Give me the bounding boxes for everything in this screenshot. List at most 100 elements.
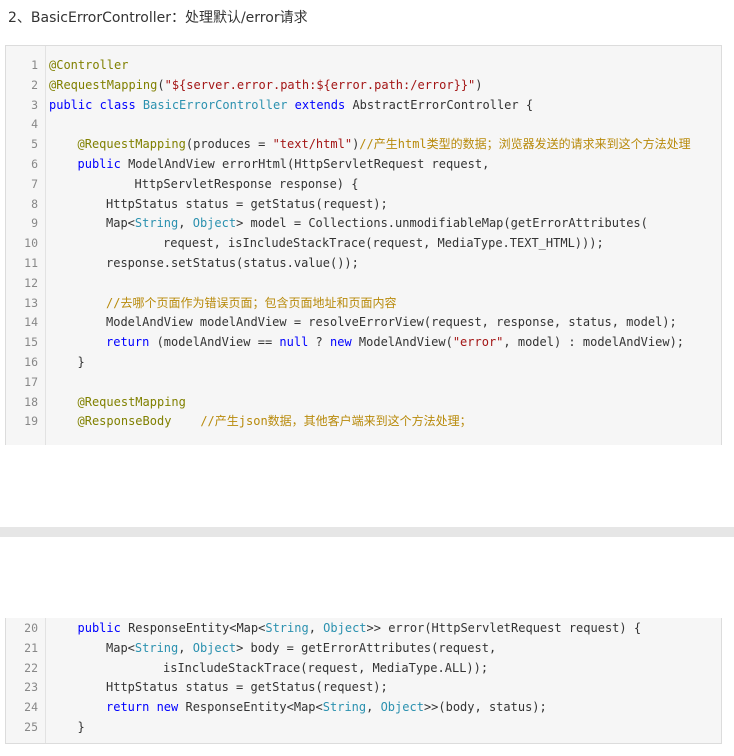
code-token: //产生html类型的数据；浏览器发送的请求来到这个方法处理 bbox=[359, 137, 691, 152]
code-text: @ResponseBody //产生json数据，其他客户端来到这个方法处理； bbox=[78, 411, 472, 431]
code-token: String bbox=[134, 640, 179, 655]
code-token: String bbox=[322, 700, 367, 715]
code-line: 25} bbox=[6, 717, 721, 737]
line-number: 20 bbox=[24, 621, 38, 635]
code-line: 23 HttpStatus status = getStatus(request)… bbox=[6, 677, 721, 697]
code-text: public ModelAndView errorHtml(HttpServle… bbox=[78, 154, 490, 174]
code-text: ModelAndView modelAndView = resolveError… bbox=[106, 312, 677, 332]
code-token: ( bbox=[157, 77, 165, 92]
code-token: response.setStatus(status.value()); bbox=[106, 256, 359, 270]
code-line: 20 public ResponseEntity<Map<String, Obje… bbox=[6, 618, 721, 638]
code-text: @RequestMapping bbox=[78, 392, 186, 412]
code-token: ModelAndView errorHtml(HttpServletReques… bbox=[128, 157, 490, 171]
code-token: new bbox=[330, 335, 359, 350]
code-token: (produces = bbox=[185, 137, 273, 152]
code-text: request, isIncludeStackTrace(request, Me… bbox=[163, 233, 604, 253]
code-line: 12 bbox=[6, 273, 721, 293]
code-token: //产生json数据，其他客户端来到这个方法处理； bbox=[200, 414, 472, 429]
code-token: >> error(HttpServletRequest request) { bbox=[366, 621, 642, 635]
code-token: Object bbox=[380, 700, 424, 715]
code-token: , bbox=[178, 640, 193, 655]
code-token: , bbox=[178, 216, 193, 231]
code-token: > model = Collections.unmodifiableMap(ge… bbox=[236, 216, 648, 231]
code-line: 14 ModelAndView modelAndView = resolveErr… bbox=[6, 312, 721, 332]
code-text: @RequestMapping(produces = "text/html")/… bbox=[78, 134, 691, 154]
code-line: 2 @RequestMapping("${server.error.path:${… bbox=[6, 75, 721, 95]
code-token: @RequestMapping bbox=[77, 137, 186, 152]
code-token: @ResponseBody bbox=[77, 414, 172, 429]
code-text: HttpServletResponse response) { bbox=[135, 174, 359, 194]
code-text: public ResponseEntity<Map<String, Object… bbox=[78, 618, 642, 638]
line-number: 18 bbox=[24, 394, 38, 409]
code-token: } bbox=[77, 720, 85, 734]
code-token: } bbox=[77, 355, 85, 369]
code-token: public class bbox=[49, 97, 143, 112]
code-line: 6 public ModelAndView errorHtml(HttpServl… bbox=[6, 154, 721, 174]
code-token: null bbox=[279, 335, 309, 350]
code-text: } bbox=[78, 352, 85, 372]
code-token: ResponseEntity<Map< bbox=[128, 621, 266, 635]
code-token: public bbox=[77, 621, 129, 635]
code-line: 13 //去哪个页面作为错误页面；包含页面地址和页面内容 bbox=[6, 293, 721, 313]
code-line: 11 response.setStatus(status.value()); bbox=[6, 253, 721, 273]
code-line: 15 return (modelAndView == null ? new Mod… bbox=[6, 332, 721, 352]
code-token: Object bbox=[323, 621, 367, 635]
code-line: 24 return new ResponseEntity<Map<String, … bbox=[6, 697, 721, 717]
code-text: HttpStatus status = getStatus(request); bbox=[106, 677, 388, 697]
code-line: 21 Map<String, Object> body = getErrorAtt… bbox=[6, 638, 721, 658]
code-line: 16} bbox=[6, 352, 721, 372]
line-number: 6 bbox=[31, 157, 38, 171]
line-number: 1 bbox=[31, 58, 38, 72]
code-token: public bbox=[77, 157, 129, 171]
code-token: , model) : modelAndView); bbox=[503, 335, 685, 350]
code-token: HttpServletResponse response) { bbox=[134, 176, 359, 191]
code-block-top: 1 @Controller 2 @RequestMapping("${server.e… bbox=[5, 45, 722, 445]
code-text: Map<String, Object> model = Collections.… bbox=[106, 213, 648, 233]
code-text: @RequestMapping("${server.error.path:${e… bbox=[49, 75, 483, 95]
line-number: 16 bbox=[24, 355, 38, 369]
line-number: 19 bbox=[24, 414, 38, 429]
code-token: Map< bbox=[106, 640, 135, 655]
code-token: Object bbox=[192, 216, 237, 231]
line-number: 14 bbox=[24, 315, 38, 330]
code-text: return new ResponseEntity<Map<String, Ob… bbox=[106, 697, 547, 717]
line-number: 9 bbox=[31, 216, 38, 231]
line-number: 11 bbox=[24, 256, 38, 270]
line-number: 17 bbox=[24, 374, 38, 389]
line-number: 5 bbox=[31, 137, 38, 152]
code-line: 4 bbox=[6, 114, 721, 134]
code-token: //去哪个页面作为错误页面；包含页面地址和页面内容 bbox=[106, 295, 397, 310]
code-token: "error" bbox=[452, 335, 504, 350]
line-number: 25 bbox=[24, 720, 38, 734]
code-token: isIncludeStackTrace(request, MediaType.A… bbox=[163, 660, 489, 675]
code-token: @RequestMapping bbox=[77, 394, 186, 409]
line-number: 3 bbox=[31, 97, 38, 112]
code-line: 5 @RequestMapping(produces = "text/html")… bbox=[6, 134, 721, 154]
code-token: >>(body, status); bbox=[423, 700, 547, 715]
code-token: "text/html" bbox=[272, 137, 353, 152]
code-token: String bbox=[134, 216, 179, 231]
code-token: AbstractErrorController { bbox=[352, 97, 534, 112]
line-number: 8 bbox=[31, 196, 38, 211]
code-text: response.setStatus(status.value()); bbox=[106, 253, 359, 273]
code-line: 10 request, isIncludeStackTrace(request, … bbox=[6, 233, 721, 253]
code-line: 17 bbox=[6, 372, 721, 392]
code-token: Object bbox=[192, 640, 237, 655]
code-token: BasicErrorController bbox=[142, 97, 288, 112]
code-token: HttpStatus status = getStatus(request); bbox=[106, 196, 388, 211]
code-token: , bbox=[308, 621, 324, 635]
code-token: Map< bbox=[106, 216, 135, 231]
code-token: ModelAndView modelAndView = resolveError… bbox=[106, 315, 677, 330]
code-text: Map<String, Object> body = getErrorAttri… bbox=[106, 638, 496, 658]
line-number: 2 bbox=[31, 77, 38, 92]
code-token: request, isIncludeStackTrace(request, Me… bbox=[163, 236, 604, 251]
code-token: > body = getErrorAttributes(request, bbox=[236, 640, 497, 655]
code-token: (modelAndView == bbox=[156, 335, 280, 350]
line-number: 22 bbox=[24, 660, 38, 675]
code-token: @Controller bbox=[49, 58, 129, 72]
code-line: 1 @Controller bbox=[6, 55, 721, 75]
code-line: 8 HttpStatus status = getStatus(request); bbox=[6, 194, 721, 214]
line-number: 4 bbox=[31, 117, 38, 132]
code-text: } bbox=[78, 717, 85, 737]
